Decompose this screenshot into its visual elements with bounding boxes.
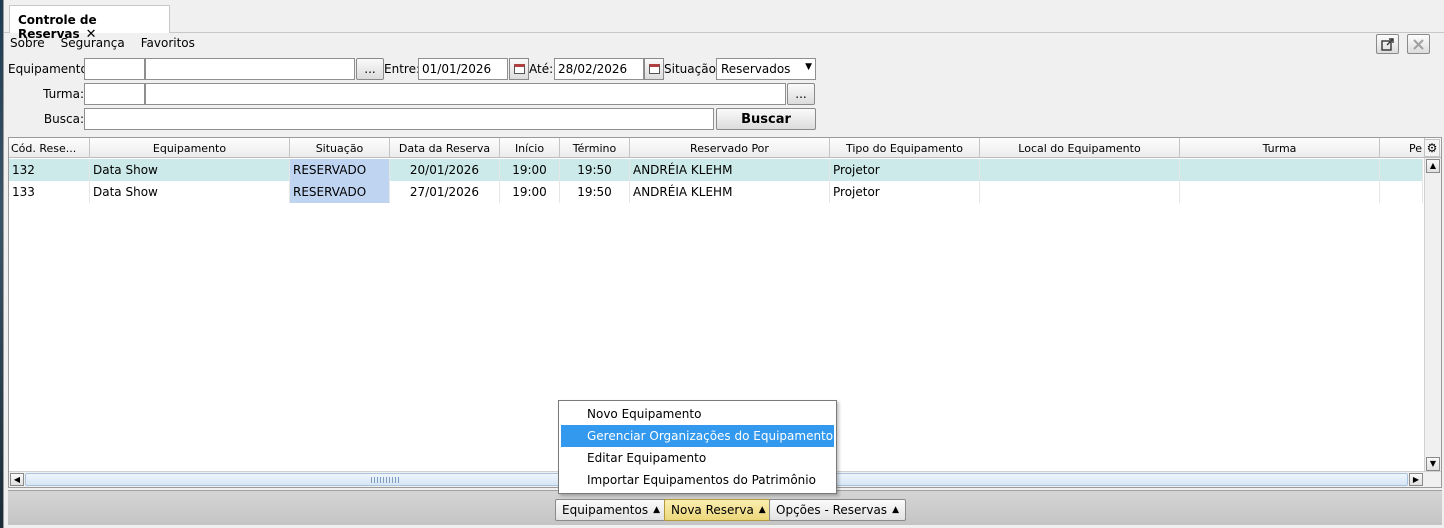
- grid-header: Cód. Rese... Equipamento Situação Data d…: [9, 138, 1441, 158]
- caret-up-icon: ▲: [892, 505, 899, 515]
- gear-icon[interactable]: ⚙: [1424, 139, 1440, 157]
- ate-label: Até:: [529, 62, 554, 76]
- col-data-reserva[interactable]: Data da Reserva: [390, 138, 500, 158]
- menu-bar: Sobre Segurança Favoritos: [10, 36, 195, 54]
- bottom-toolbar: Equipamentos ▲ Nova Reserva ▲ Opções - R…: [8, 490, 1442, 525]
- calendar-icon: [649, 64, 660, 74]
- buscar-button[interactable]: Buscar: [716, 108, 816, 130]
- cell-pe: [1380, 159, 1423, 181]
- cell-codigo: 132: [9, 159, 90, 181]
- turma-code-field[interactable]: [84, 83, 145, 105]
- popout-icon: [1381, 37, 1394, 51]
- equipamento-code-field[interactable]: [84, 58, 145, 80]
- cell-local: [980, 181, 1180, 203]
- turma-browse-button[interactable]: ...: [787, 83, 815, 105]
- cell-termino: 19:50: [560, 181, 630, 203]
- entre-calendar-button[interactable]: [509, 58, 529, 80]
- menu-item-gerenciar-organizacoes[interactable]: Gerenciar Organizações do Equipamento: [561, 425, 834, 447]
- cell-termino: 19:50: [560, 159, 630, 181]
- col-situacao[interactable]: Situação: [290, 138, 390, 158]
- menu-item-editar-equipamento[interactable]: Editar Equipamento: [561, 447, 834, 469]
- cell-situacao: RESERVADO: [290, 181, 390, 203]
- nova-reserva-label: Nova Reserva: [671, 503, 754, 517]
- menu-sobre[interactable]: Sobre: [10, 36, 45, 54]
- cell-turma: [1180, 159, 1380, 181]
- cell-inicio: 19:00: [500, 181, 560, 203]
- cell-tipo: Projetor: [830, 181, 980, 203]
- cell-equipamento: Data Show: [90, 159, 290, 181]
- ate-calendar-button[interactable]: [644, 58, 664, 80]
- equipamentos-label: Equipamentos: [562, 503, 649, 517]
- scroll-right-icon[interactable]: ▶: [1409, 473, 1423, 486]
- tab-strip: Controle de Reservas ✕: [4, 0, 1444, 42]
- tab-controle-reservas[interactable]: Controle de Reservas ✕: [9, 5, 170, 42]
- reservas-window: Controle de Reservas ✕ Sobre Segurança Fa…: [3, 0, 1444, 528]
- close-icon: [1413, 38, 1424, 50]
- equipamento-label: Equipamento:: [8, 62, 92, 76]
- cell-reservado-por: ANDRÉIA KLEHM: [630, 159, 830, 181]
- col-pe[interactable]: Pe: [1380, 138, 1425, 158]
- table-row[interactable]: 132 Data Show RESERVADO 20/01/2026 19:00…: [9, 159, 1423, 181]
- col-codigo[interactable]: Cód. Rese...: [9, 138, 90, 158]
- entre-date-field[interactable]: 01/01/2026: [418, 58, 508, 80]
- equipamento-browse-button[interactable]: ...: [356, 58, 384, 80]
- opcoes-reservas-button[interactable]: Opções - Reservas ▲: [769, 499, 906, 521]
- menu-item-novo-equipamento[interactable]: Novo Equipamento: [561, 403, 834, 425]
- cell-pe: [1380, 181, 1423, 203]
- col-equipamento[interactable]: Equipamento: [90, 138, 290, 158]
- nova-reserva-button[interactable]: Nova Reserva ▲: [664, 499, 773, 521]
- busca-field[interactable]: [84, 108, 714, 130]
- col-turma[interactable]: Turma: [1180, 138, 1380, 158]
- scroll-up-icon[interactable]: ▲: [1426, 159, 1440, 173]
- equipamento-name-field[interactable]: [145, 58, 355, 80]
- ate-date-field[interactable]: 28/02/2026: [554, 58, 644, 80]
- col-termino[interactable]: Término: [560, 138, 630, 158]
- situacao-label: Situação:: [664, 62, 720, 76]
- vertical-scrollbar[interactable]: ▲ ▼: [1424, 158, 1441, 472]
- col-local-equipamento[interactable]: Local do Equipamento: [980, 138, 1180, 158]
- menu-favoritos[interactable]: Favoritos: [141, 36, 195, 54]
- equipamentos-popup-menu: Novo Equipamento Gerenciar Organizações …: [558, 400, 837, 494]
- cell-local: [980, 159, 1180, 181]
- cell-turma: [1180, 181, 1380, 203]
- cell-data: 20/01/2026: [390, 159, 500, 181]
- popout-button[interactable]: [1376, 34, 1399, 54]
- close-window-button[interactable]: [1407, 34, 1430, 54]
- caret-up-icon: ▲: [653, 505, 661, 515]
- cell-codigo: 133: [9, 181, 90, 203]
- cell-reservado-por: ANDRÉIA KLEHM: [630, 181, 830, 203]
- cell-equipamento: Data Show: [90, 181, 290, 203]
- calendar-icon: [514, 64, 525, 74]
- cell-data: 27/01/2026: [390, 181, 500, 203]
- scroll-down-icon[interactable]: ▼: [1426, 457, 1440, 471]
- menu-item-importar-equipamentos[interactable]: Importar Equipamentos do Patrimônio: [561, 469, 834, 491]
- dropdown-arrow-icon: ▼: [805, 62, 812, 72]
- situacao-select[interactable]: Reservados ▼: [716, 58, 816, 80]
- grip-icon: [371, 477, 401, 483]
- turma-label: Turma:: [43, 87, 84, 101]
- col-tipo-equipamento[interactable]: Tipo do Equipamento: [830, 138, 980, 158]
- busca-label: Busca:: [43, 112, 84, 126]
- cell-tipo: Projetor: [830, 159, 980, 181]
- col-inicio[interactable]: Início: [500, 138, 560, 158]
- caret-up-icon: ▲: [758, 505, 766, 515]
- turma-name-field[interactable]: [145, 83, 786, 105]
- situacao-value: Reservados: [721, 62, 791, 76]
- menu-seguranca[interactable]: Segurança: [61, 36, 125, 54]
- equipamentos-button[interactable]: Equipamentos ▲: [555, 499, 668, 521]
- cell-inicio: 19:00: [500, 159, 560, 181]
- table-row[interactable]: 133 Data Show RESERVADO 27/01/2026 19:00…: [9, 181, 1423, 203]
- cell-situacao: RESERVADO: [290, 159, 390, 181]
- opcoes-reservas-label: Opções - Reservas: [776, 503, 888, 517]
- scroll-left-icon[interactable]: ◀: [10, 473, 24, 486]
- col-reservado-por[interactable]: Reservado Por: [630, 138, 830, 158]
- entre-label: Entre:: [384, 62, 420, 76]
